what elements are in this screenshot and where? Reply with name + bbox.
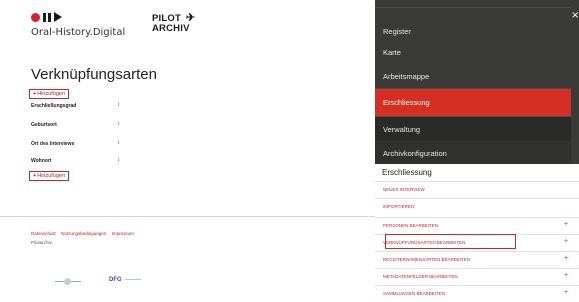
submenu-item-label: METADATENFELDER BEARBEITEN	[383, 274, 458, 279]
plus-icon: +	[33, 173, 37, 179]
list-item[interactable]: Erschließungsgrad ↕	[31, 102, 141, 109]
plus-icon[interactable]: +	[564, 221, 568, 228]
drag-handle-icon[interactable]: ↕	[117, 140, 120, 146]
highlight-box	[385, 234, 516, 249]
dfg-logo-bar	[124, 278, 141, 280]
plus-icon[interactable]: +	[564, 255, 568, 262]
menu-item-top-cut[interactable]	[375, 0, 571, 8]
menu-item-label: Verwaltung	[383, 124, 421, 134]
submenu-item-register-name-types[interactable]: REGISTERNAMENSARTEN BEARBEITEN +	[375, 251, 579, 267]
site-logo-text[interactable]: Oral-History.Digital	[31, 27, 125, 38]
submenu-title: Erschliessung	[382, 168, 432, 177]
footer-link-privacy[interactable]: Datenschutz	[31, 231, 56, 236]
add-button-label: Hinzufügen	[37, 173, 66, 179]
sponsor-logo[interactable]	[55, 278, 81, 285]
dfg-logo[interactable]: DFG	[109, 277, 141, 283]
menu-item-erschliessung[interactable]: Erschliessung	[375, 89, 571, 117]
play-icon	[54, 12, 62, 22]
submenu-item-metadata-fields[interactable]: METADATENFELDER BEARBEITEN +	[375, 268, 579, 284]
submenu-item-label: IMPORTIEREN	[383, 204, 415, 209]
plus-icon[interactable]: +	[564, 238, 568, 245]
main-page: Oral-History.Digital PILOT ✈ ARCHIV Verk…	[0, 0, 375, 302]
pilot-archive-badge: PILOT ✈ ARCHIV	[152, 13, 195, 34]
drag-handle-icon[interactable]: ↕	[117, 102, 120, 108]
menu-item-verwaltung[interactable]: Verwaltung	[375, 117, 571, 142]
submenu-item-label: REGISTERNAMENSARTEN BEARBEITEN	[383, 257, 471, 262]
menu-item-arbeitsmappe[interactable]: Arbeitsmappe	[375, 64, 571, 89]
menu-item-label: Archivkonfiguration	[383, 148, 447, 158]
type-label: Erschließungsgrad	[31, 103, 77, 109]
submenu-item-label: PERSONEN BEARBEITEN	[383, 223, 439, 228]
drag-handle-icon[interactable]: ↕	[117, 157, 120, 163]
list-item[interactable]: Geburtsort ↕	[31, 121, 141, 128]
dfg-logo-text: DFG	[109, 277, 122, 283]
oral-history-logo-mark[interactable]	[31, 12, 62, 22]
type-label: Wohnort	[31, 158, 52, 164]
plus-icon[interactable]: +	[564, 289, 568, 296]
footer-subtext: Pilotarchiv	[31, 240, 52, 245]
submenu-item-collections[interactable]: SAMMLUNGEN BEARBEITEN +	[375, 285, 579, 301]
footer-links: Datenschutz Nutzungsbedingungen Impressu…	[31, 231, 138, 236]
close-icon[interactable]: ×	[571, 10, 579, 21]
submenu-item-label: NEUES INTERVIEW	[383, 187, 425, 192]
sponsor-emblem-icon	[64, 278, 71, 285]
submenu-item-import[interactable]: IMPORTIEREN	[375, 198, 579, 214]
pause-icon	[43, 12, 51, 22]
footer-link-terms[interactable]: Nutzungsbedingungen	[61, 231, 106, 236]
submenu-item-persons[interactable]: PERSONEN BEARBEITEN +	[375, 217, 579, 233]
menu-item-archivkonfiguration[interactable]: Archivkonfiguration	[375, 141, 571, 166]
menu-item-label: Karte	[383, 47, 401, 57]
add-button-bottom[interactable]: +Hinzufügen	[29, 171, 70, 181]
footer-link-imprint[interactable]: Impressum	[112, 231, 134, 236]
add-button-top[interactable]: +Hinzufügen	[29, 89, 70, 99]
menu-item-label: Arbeitsmappe	[383, 71, 430, 81]
archive-label: ARCHIV	[152, 23, 190, 34]
menu-item-karte[interactable]: Karte	[375, 40, 571, 65]
page-title: Verknüpfungsarten	[31, 66, 157, 83]
list-item[interactable]: Wohnort ↕	[31, 157, 141, 164]
type-label: Ort des Interviews	[31, 141, 75, 147]
menu-item-label: Erschliessung	[383, 98, 430, 107]
plus-icon: +	[33, 91, 37, 97]
footer-divider	[0, 216, 375, 217]
type-label: Geburtsort	[31, 122, 57, 128]
plus-icon[interactable]: +	[564, 272, 568, 279]
drag-handle-icon[interactable]: ↕	[117, 121, 120, 127]
record-dot-icon	[31, 12, 40, 22]
menu-item-label: Register	[383, 26, 411, 36]
add-button-label: Hinzufügen	[37, 91, 66, 97]
submenu-item-label: SAMMLUNGEN BEARBEITEN	[383, 291, 446, 296]
list-item[interactable]: Ort des Interviews ↕	[31, 140, 141, 147]
submenu-item-new-interview[interactable]: NEUES INTERVIEW	[375, 181, 579, 197]
